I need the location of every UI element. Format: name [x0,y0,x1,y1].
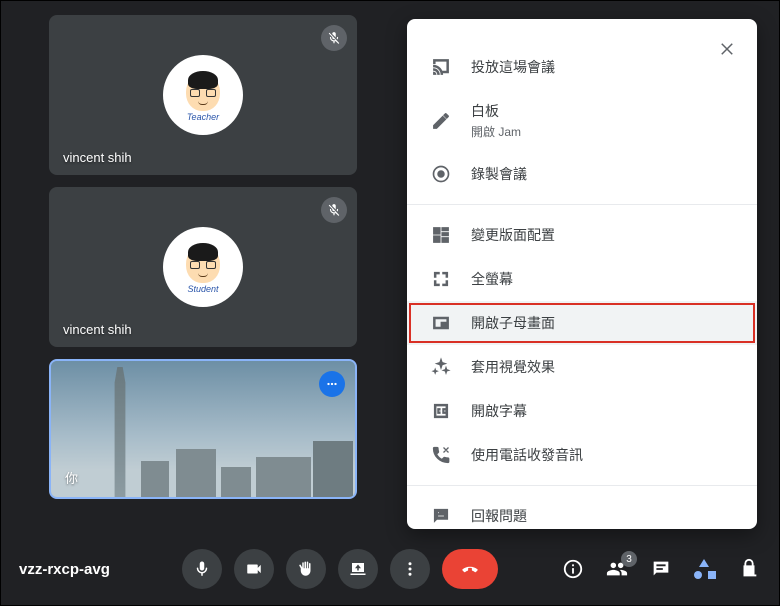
bottom-bar: vzz-rxcp-avg 3 [1,533,779,605]
participant-tiles: Teacher vincent shih Student vincent shi… [49,15,357,499]
participant-tile[interactable]: Student vincent shih [49,187,357,347]
self-name: 你 [65,468,78,487]
menu-item[interactable]: 套用視覺效果 [407,345,757,389]
menu-item-label: 回報問題 [471,506,733,526]
menu-item[interactable]: 白板開啟 Jam [407,89,757,152]
menu-item[interactable]: 開啟子母畫面 [407,301,757,345]
menu-item-label: 變更版面配置 [471,225,733,245]
record-icon [431,164,471,184]
feedback-icon [431,506,471,526]
raise-hand-button[interactable] [286,549,326,589]
present-button[interactable] [338,549,378,589]
avatar: Student [163,227,243,307]
menu-item-label: 開啟字幕 [471,401,733,421]
mic-muted-icon [321,197,347,223]
host-controls-icon[interactable] [737,557,761,581]
menu-item[interactable]: 開啟字幕 [407,389,757,433]
info-icon[interactable] [561,557,585,581]
menu-item-sub: 開啟 Jam [471,123,733,140]
menu-item-label: 白板開啟 Jam [471,101,733,140]
menu-item[interactable]: 變更版面配置 [407,213,757,257]
menu-item[interactable]: 全螢幕 [407,257,757,301]
menu-item-label: 使用電話收發音訊 [471,445,733,465]
participant-name: vincent shih [63,150,132,165]
menu-item[interactable]: 使用電話收發音訊 [407,433,757,477]
participant-tile[interactable]: Teacher vincent shih [49,15,357,175]
meeting-code: vzz-rxcp-avg [19,561,110,578]
menu-divider [407,485,757,486]
pip-icon [431,313,471,333]
menu-divider [407,204,757,205]
phone-icon [431,445,471,465]
participant-name: vincent shih [63,322,132,337]
menu-item[interactable]: 錄製會議 [407,152,757,196]
sparkle-icon [431,357,471,377]
captions-icon [431,401,471,421]
menu-item-label: 錄製會議 [471,164,733,184]
self-video-thumbnail [51,361,355,497]
pencil-icon [431,111,471,131]
end-call-button[interactable] [442,549,498,589]
activities-icon[interactable] [693,557,717,581]
layout-icon [431,225,471,245]
menu-item-label: 投放這場會議 [471,57,733,77]
cast-icon [431,57,471,77]
fullscreen-icon [431,269,471,289]
call-controls [120,549,561,589]
menu-item-label: 全螢幕 [471,269,733,289]
avatar-label: Teacher [187,112,219,122]
avatar: Teacher [163,55,243,135]
right-controls: 3 [561,557,761,581]
more-options-icon[interactable] [319,371,345,397]
more-options-menu: 投放這場會議白板開啟 Jam 錄製會議變更版面配置全螢幕開啟子母畫面套用視覺效果開… [407,19,757,529]
chat-icon[interactable] [649,557,673,581]
menu-item[interactable]: 回報問題 [407,494,757,529]
self-tile[interactable]: 你 [49,359,357,499]
menu-item-label: 開啟子母畫面 [471,313,733,333]
more-button[interactable] [390,549,430,589]
mic-button[interactable] [182,549,222,589]
people-count-badge: 3 [621,551,637,567]
mic-muted-icon [321,25,347,51]
menu-item[interactable]: 投放這場會議 [407,45,757,89]
menu-item-label: 套用視覺效果 [471,357,733,377]
avatar-label: Student [187,284,218,294]
camera-button[interactable] [234,549,274,589]
people-icon[interactable]: 3 [605,557,629,581]
